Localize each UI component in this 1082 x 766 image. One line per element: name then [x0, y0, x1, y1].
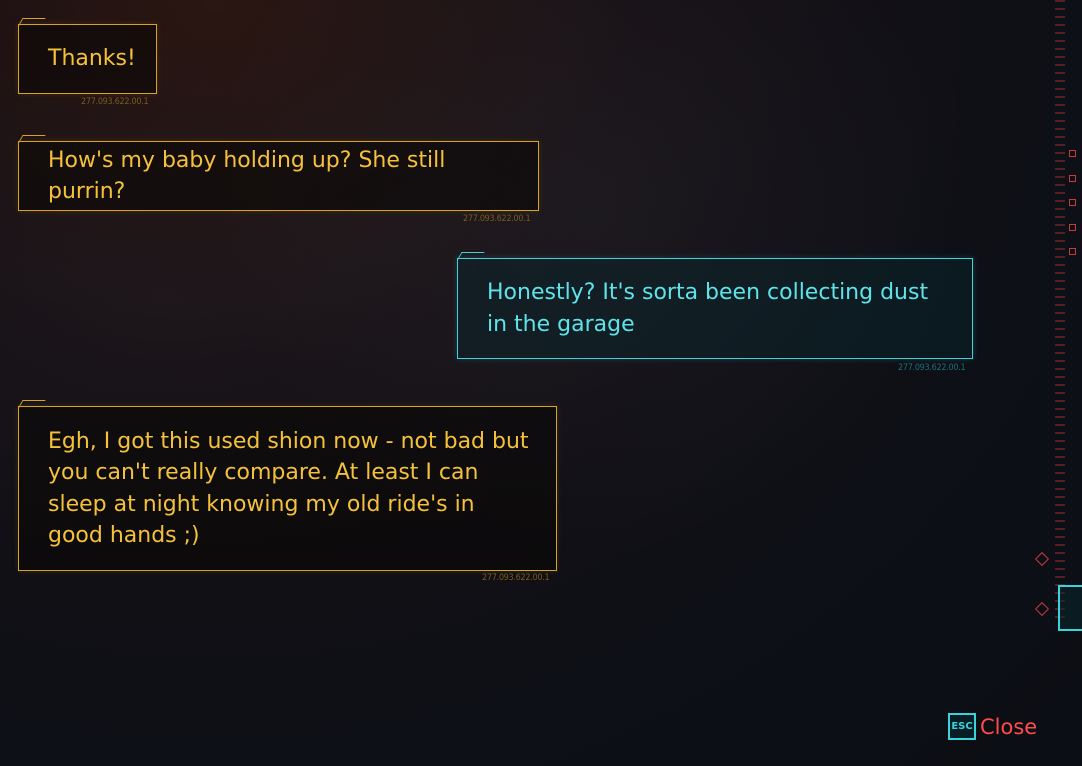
close-button[interactable]: ESC Close	[948, 713, 1037, 740]
close-label: Close	[980, 714, 1038, 739]
side-marker-icon	[1069, 224, 1076, 231]
message-timestamp: 277.093.622.00.1	[898, 363, 966, 373]
side-marker-icon	[1069, 175, 1076, 182]
side-scanlines	[1055, 0, 1065, 620]
message-text: How's my baby holding up? She still purr…	[48, 147, 446, 205]
message-timestamp: 277.093.622.00.1	[482, 573, 550, 583]
side-panel-tab[interactable]	[1058, 585, 1082, 631]
bubble-notch	[18, 18, 46, 26]
background	[0, 0, 1082, 766]
message-text: Thanks!	[48, 46, 136, 72]
message-text: Egh, I got this used shion now - not bad…	[48, 428, 529, 549]
message-timestamp: 277.093.622.00.1	[463, 214, 531, 224]
message-bubble-npc: How's my baby holding up? She still purr…	[18, 135, 539, 211]
side-marker-icon	[1069, 199, 1076, 206]
esc-key-icon: ESC	[948, 713, 976, 740]
bubble-notch	[457, 252, 485, 260]
side-marker-icon	[1069, 150, 1076, 157]
message-text: Honestly? It's sorta been collecting dus…	[487, 280, 929, 337]
bubble-notch	[18, 400, 46, 408]
side-marker-icon	[1069, 248, 1076, 255]
message-bubble-player: Honestly? It's sorta been collecting dus…	[457, 252, 973, 359]
message-bubble-npc: Egh, I got this used shion now - not bad…	[18, 400, 557, 571]
diamond-icon	[1034, 601, 1050, 617]
bubble-notch	[18, 135, 46, 143]
message-timestamp: 277.093.622.00.1	[81, 97, 149, 107]
diamond-icon	[1034, 551, 1050, 567]
message-bubble-npc: Thanks!	[18, 18, 157, 94]
